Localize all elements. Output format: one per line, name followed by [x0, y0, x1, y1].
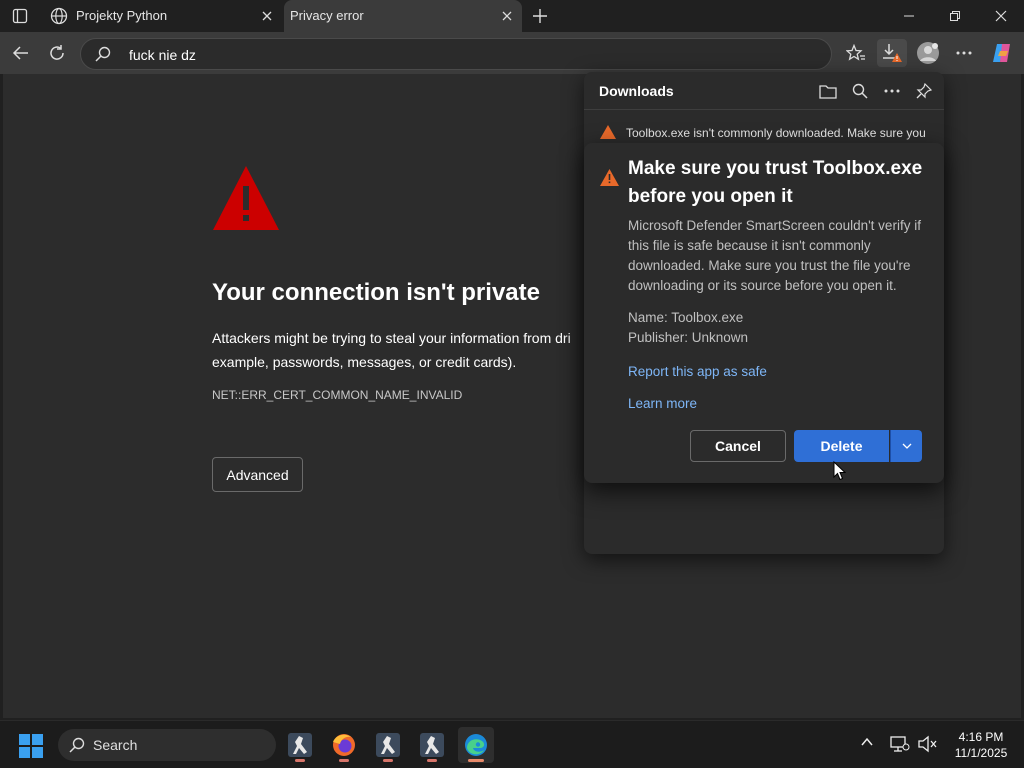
tab-title: Privacy error — [290, 8, 364, 23]
tab-actions-button[interactable] — [6, 4, 34, 28]
file-name: Name: Toolbox.exe — [628, 310, 744, 325]
system-clock[interactable]: 4:16 PM 11/1/2025 — [946, 729, 1016, 761]
clock-date: 11/1/2025 — [954, 746, 1008, 760]
close-tab-icon[interactable] — [258, 7, 276, 25]
learn-more-link[interactable]: Learn more — [628, 396, 697, 411]
plus-icon — [533, 9, 547, 23]
page-heading: Your connection isn't private — [212, 279, 540, 306]
minimize-button[interactable] — [886, 0, 932, 32]
copilot-button[interactable] — [987, 39, 1017, 67]
cancel-button[interactable]: Cancel — [690, 430, 786, 462]
refresh-button[interactable] — [42, 39, 72, 67]
avatar-icon — [917, 42, 939, 64]
more-icon[interactable] — [880, 80, 904, 102]
tab-strip: Projekty Python Privacy error — [0, 0, 1024, 32]
tab-title: Projekty Python — [76, 8, 168, 23]
tab-actions-icon — [12, 8, 28, 24]
delete-options-button[interactable] — [890, 430, 922, 462]
network-icon[interactable] — [890, 735, 910, 753]
tab-privacy-error[interactable]: Privacy error — [284, 0, 522, 32]
taskbar-app-counter-strike[interactable] — [370, 727, 406, 763]
copilot-icon — [993, 44, 1010, 62]
taskbar-app-edge[interactable] — [458, 727, 494, 763]
close-icon — [995, 10, 1007, 22]
close-tab-icon[interactable] — [498, 7, 516, 25]
back-button[interactable] — [6, 39, 36, 67]
chevron-down-icon — [902, 443, 911, 449]
address-text[interactable]: fuck nie dz — [129, 47, 196, 63]
browser-toolbar: fuck nie dz — [0, 32, 1024, 74]
settings-more-button[interactable] — [949, 39, 979, 67]
taskbar-app-counter-strike[interactable] — [282, 727, 318, 763]
new-tab-button[interactable] — [528, 4, 552, 28]
file-publisher: Publisher: Unknown — [628, 330, 749, 345]
windows-logo-icon — [19, 734, 43, 758]
taskbar-app-firefox[interactable] — [326, 727, 362, 763]
download-item-text[interactable]: Toolbox.exe isn't commonly downloaded. M… — [626, 126, 926, 140]
taskbar-app-counter-strike[interactable] — [414, 727, 450, 763]
downloads-title: Downloads — [599, 83, 674, 99]
tab-projekty-python[interactable]: Projekty Python — [42, 0, 282, 32]
downloads-button[interactable] — [877, 39, 907, 67]
counter-strike-icon — [420, 733, 444, 757]
start-button[interactable] — [18, 733, 44, 759]
back-arrow-icon — [12, 46, 28, 60]
smartscreen-dialog: Make sure you trust Toolbox.exe before y… — [584, 143, 944, 483]
star-list-icon — [846, 44, 865, 61]
delete-button[interactable]: Delete — [794, 430, 889, 462]
description-line: example, passwords, messages, or credit … — [212, 354, 517, 370]
download-warning-icon — [883, 44, 902, 62]
mouse-cursor-icon — [833, 461, 846, 481]
error-description: Attackers might be trying to steal your … — [212, 326, 592, 374]
folder-icon[interactable] — [816, 80, 840, 102]
counter-strike-icon — [376, 733, 400, 757]
profile-button[interactable] — [913, 39, 943, 67]
refresh-icon — [50, 45, 64, 60]
dialog-title: Make sure you trust Toolbox.exe before y… — [628, 158, 923, 207]
advanced-button[interactable]: Advanced — [212, 457, 303, 492]
restore-icon — [950, 11, 960, 21]
address-bar[interactable]: fuck nie dz — [80, 38, 832, 70]
globe-icon — [50, 7, 68, 25]
taskbar-search-label: Search — [93, 737, 138, 753]
more-icon — [956, 51, 972, 55]
restore-button[interactable] — [932, 0, 978, 32]
search-icon — [95, 46, 111, 62]
firefox-icon — [333, 734, 355, 756]
description-line: Attackers might be trying to steal your … — [212, 330, 571, 346]
clock-time: 4:16 PM — [958, 730, 1004, 744]
favorites-button[interactable] — [841, 39, 871, 67]
close-window-button[interactable] — [978, 0, 1024, 32]
minimize-icon — [904, 15, 914, 17]
edge-icon — [465, 734, 487, 756]
search-icon — [69, 737, 85, 753]
pin-icon[interactable] — [912, 80, 936, 102]
report-safe-link[interactable]: Report this app as safe — [628, 364, 767, 379]
warning-triangle-icon — [212, 164, 280, 232]
taskbar: Search 4:16 PM 11/1/2025 — [0, 720, 1024, 768]
dialog-body: Microsoft Defender SmartScreen couldn't … — [628, 218, 921, 293]
warning-icon — [600, 169, 619, 186]
search-icon[interactable] — [848, 80, 872, 102]
error-code: NET::ERR_CERT_COMMON_NAME_INVALID — [212, 388, 463, 402]
chevron-up-icon[interactable] — [860, 735, 874, 749]
counter-strike-icon — [288, 733, 312, 757]
taskbar-search[interactable]: Search — [58, 729, 276, 761]
downloads-header: Downloads — [584, 72, 944, 110]
warning-icon — [600, 125, 616, 139]
volume-muted-icon[interactable] — [918, 735, 938, 753]
